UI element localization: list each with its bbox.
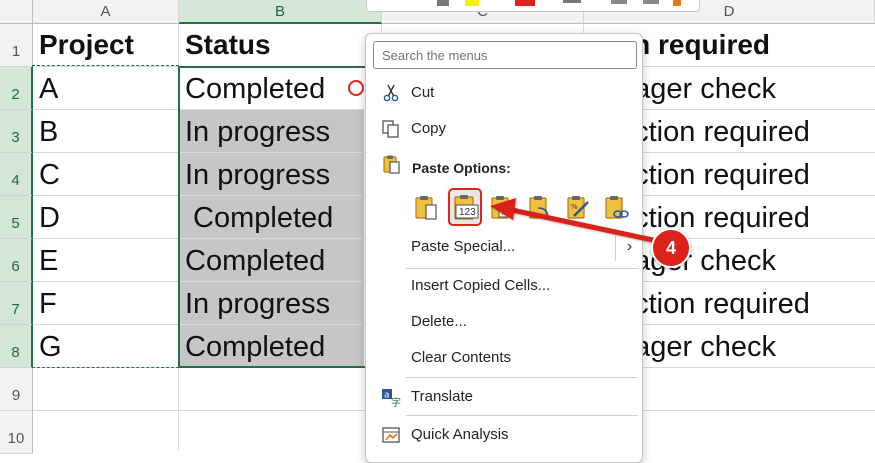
menu-item-clear-contents[interactable]: Clear Contents (366, 343, 642, 373)
svg-text:字: 字 (391, 396, 401, 407)
copy-icon (382, 120, 399, 138)
menu-item-label: Paste Special... (411, 238, 516, 255)
menu-item-paste-special[interactable]: Paste Special... (366, 232, 614, 262)
cell-a2[interactable]: A (33, 68, 58, 110)
row-header-2[interactable]: 2 (0, 67, 33, 110)
clipboard-icon (383, 155, 400, 174)
paste-values-label: 123 (459, 207, 476, 218)
paste-values-button[interactable]: 123 (448, 188, 482, 226)
paste-transpose-button[interactable] (524, 188, 558, 226)
menu-item-cut[interactable]: Cut (366, 78, 642, 108)
cell-d3[interactable]: action required (618, 111, 875, 153)
cell-b1[interactable]: Status (179, 24, 364, 66)
row-header-8[interactable]: 8 (0, 325, 33, 368)
paste-formulas-icon: fx (491, 196, 512, 219)
select-all-corner[interactable] (0, 0, 33, 24)
row-header-4[interactable]: 4 (0, 153, 33, 196)
cell-d1[interactable]: on required (616, 24, 875, 66)
svg-text:fx: fx (501, 208, 509, 217)
row-header-5[interactable]: 5 (0, 196, 33, 239)
cell-d4[interactable]: action required (618, 154, 875, 196)
scissors-icon (383, 84, 399, 102)
menu-item-label: Delete... (411, 313, 467, 330)
menu-separator (406, 415, 638, 416)
menu-item-translate[interactable]: a 字 Translate (366, 382, 642, 412)
menu-item-copy[interactable]: Copy (366, 114, 642, 144)
step-number-badge: 4 (651, 228, 691, 268)
cell-a8[interactable]: G (33, 326, 62, 368)
row-header-7[interactable]: 7 (0, 282, 33, 325)
cursor-ring-icon (348, 80, 364, 96)
chevron-right-icon[interactable]: › (615, 233, 643, 261)
cell-a4[interactable]: C (33, 154, 60, 196)
cell-d8[interactable]: nager check (618, 326, 875, 368)
svg-text:a: a (384, 391, 390, 401)
menu-search-input[interactable] (373, 41, 637, 69)
svg-text:%: % (571, 203, 578, 211)
paste-button[interactable] (410, 188, 444, 226)
paste-formatting-button[interactable]: % (562, 188, 596, 226)
row-header-6[interactable]: 6 (0, 239, 33, 282)
menu-item-label: Quick Analysis (411, 426, 509, 443)
cell-d7[interactable]: action required (618, 283, 875, 325)
menu-item-label: Insert Copied Cells... (411, 277, 551, 294)
cell-a7[interactable]: F (33, 283, 57, 325)
row-header-9[interactable]: 9 (0, 368, 33, 411)
cell-d2[interactable]: nager check (618, 68, 875, 110)
transpose-icon (529, 196, 552, 221)
menu-item-quick-analysis[interactable]: Quick Analysis (366, 420, 642, 450)
menu-item-label: Clear Contents (411, 349, 512, 366)
column-header-b[interactable]: B (179, 0, 382, 24)
translate-icon: a 字 (382, 389, 401, 407)
menu-item-label: Copy (411, 120, 447, 137)
paste-link-button[interactable] (600, 188, 634, 226)
row-header-1[interactable]: 1 (0, 24, 33, 67)
quick-analysis-icon (382, 427, 400, 443)
context-menu: Cut Copy Paste Options: 123 (365, 33, 643, 463)
column-header-a[interactable]: A (33, 0, 179, 24)
paste-formulas-button[interactable]: fx (486, 188, 520, 226)
paintbrush-icon: % (567, 196, 589, 219)
menu-separator (406, 377, 638, 378)
cell-a1[interactable]: Project (33, 24, 178, 66)
mini-toolbar-icons (437, 0, 681, 6)
cell-a5[interactable]: D (33, 197, 60, 239)
menu-separator (406, 268, 638, 269)
mini-toolbar[interactable] (366, 0, 700, 12)
menu-item-delete[interactable]: Delete... (366, 307, 642, 337)
menu-item-label: Translate (411, 388, 473, 405)
selection-border (178, 66, 378, 368)
paste-options-heading: Paste Options: (412, 160, 511, 176)
paste-icon (415, 196, 437, 220)
cell-a3[interactable]: B (33, 111, 58, 153)
cell-a6[interactable]: E (33, 240, 58, 282)
menu-item-insert-copied-cells[interactable]: Insert Copied Cells... (366, 271, 642, 301)
menu-item-label: Cut (411, 84, 435, 101)
link-icon (605, 196, 629, 219)
row-header-3[interactable]: 3 (0, 110, 33, 153)
row-header-10[interactable]: 10 (0, 411, 33, 454)
